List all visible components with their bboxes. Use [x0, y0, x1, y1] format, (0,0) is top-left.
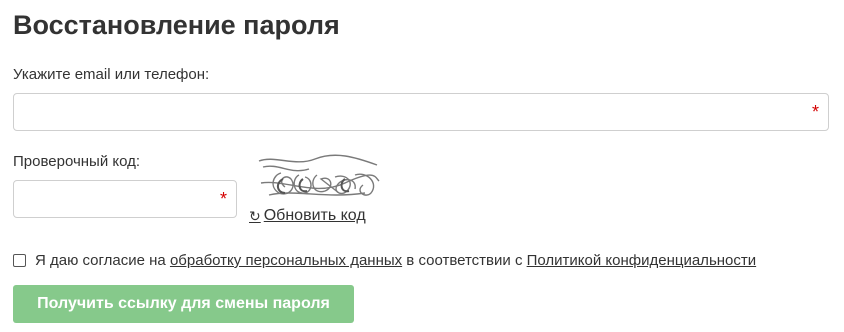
- contact-field-wrapper: *: [13, 93, 829, 131]
- refresh-code-label: Обновить код: [263, 207, 366, 224]
- personal-data-link[interactable]: обработку персональных данных: [170, 252, 402, 269]
- consent-row: Я даю согласие на обработку персональных…: [13, 252, 756, 269]
- page-title: Восстановление пароля: [13, 10, 340, 40]
- get-reset-link-button[interactable]: Получить ссылку для смены пароля: [13, 285, 354, 323]
- code-label: Проверочный код:: [13, 153, 141, 170]
- code-field-wrapper: *: [13, 180, 237, 218]
- refresh-icon: ↻: [249, 207, 261, 224]
- contact-input[interactable]: [14, 94, 828, 130]
- code-input[interactable]: [14, 181, 236, 217]
- required-marker: *: [811, 102, 819, 122]
- refresh-code-link[interactable]: ↻ Обновить код: [249, 207, 366, 225]
- contact-label: Укажите email или телефон:: [13, 66, 210, 83]
- consent-text-middle: в соответствии с: [402, 252, 527, 269]
- consent-text-before: Я даю согласие на: [35, 252, 170, 269]
- required-marker: *: [219, 189, 227, 209]
- privacy-policy-link[interactable]: Политикой конфиденциальности: [527, 252, 757, 269]
- consent-checkbox[interactable]: [13, 254, 26, 267]
- captcha-image: [258, 154, 380, 196]
